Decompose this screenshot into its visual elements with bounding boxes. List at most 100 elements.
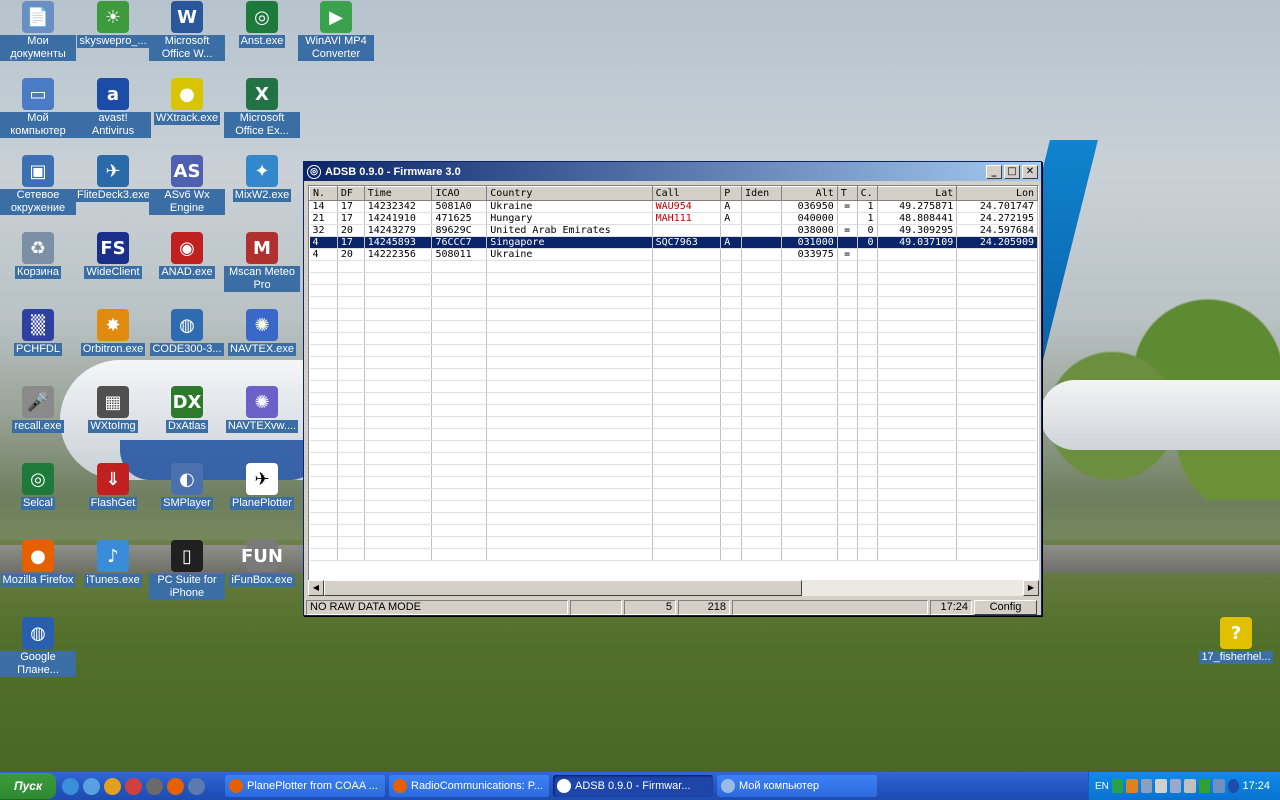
taskbar-button[interactable]: RadioCommunications: P... bbox=[389, 775, 549, 797]
empty-cell bbox=[956, 380, 1038, 393]
config-button[interactable]: Config bbox=[974, 600, 1037, 615]
scroll-thumb[interactable] bbox=[324, 580, 802, 596]
desktop-icon[interactable]: ▯ PC Suite for iPhone bbox=[149, 540, 225, 603]
empty-cell bbox=[781, 368, 838, 381]
start-button[interactable]: Пуск bbox=[0, 773, 56, 799]
column-header[interactable]: C. bbox=[856, 186, 878, 201]
opera-icon[interactable] bbox=[125, 777, 142, 795]
desktop-icon[interactable]: FUN iFunBox.exe bbox=[224, 540, 300, 590]
taskbar-button[interactable]: Мой компьютер bbox=[717, 775, 877, 797]
desktop-icon[interactable]: ◎ Selcal bbox=[0, 463, 76, 513]
desktop-icon[interactable]: ? 17_fisherhel... bbox=[1198, 617, 1274, 667]
desktop-icon[interactable]: AS ASv6 Wx Engine bbox=[149, 155, 225, 218]
tray-sync-icon[interactable] bbox=[1169, 779, 1182, 793]
aircraft-grid[interactable]: N. DF Time ICAO Country Call P Iden Alt T C. Lat Lon… bbox=[308, 185, 1039, 595]
column-header[interactable]: Call bbox=[651, 186, 722, 201]
desktop-icon[interactable]: ◍ Google Плане... bbox=[0, 617, 76, 680]
firefox-quick-icon[interactable] bbox=[167, 777, 184, 795]
tray-bars-icon[interactable] bbox=[1198, 779, 1211, 793]
tray-network-icon[interactable] bbox=[1140, 779, 1153, 793]
desktop-icon[interactable]: 🎤 recall.exe bbox=[0, 386, 76, 436]
tray-avast-icon[interactable] bbox=[1227, 779, 1240, 793]
column-header[interactable]: Alt bbox=[780, 186, 838, 201]
desktop-icon[interactable]: ▒ PCHFDL bbox=[0, 309, 76, 359]
column-header[interactable]: Iden bbox=[741, 186, 782, 201]
tool-icon[interactable] bbox=[146, 777, 163, 795]
column-header[interactable]: P bbox=[720, 186, 743, 201]
taskbar-button[interactable]: ADSB 0.9.0 - Firmwar... bbox=[553, 775, 713, 797]
desktop-icon[interactable]: ✸ Orbitron.exe bbox=[75, 309, 151, 359]
desktop-icon[interactable]: ◉ ANAD.exe bbox=[149, 232, 225, 282]
column-header[interactable]: Country bbox=[486, 186, 653, 201]
desktop-icon[interactable]: DX DxAtlas bbox=[149, 386, 225, 436]
column-header[interactable]: ICAO bbox=[431, 186, 488, 201]
scroll-left-button[interactable]: ◀ bbox=[308, 580, 324, 596]
desktop-icon[interactable]: ☀ skyswepro_... bbox=[75, 1, 151, 51]
desktop-icon[interactable]: ▦ WXtoImg bbox=[75, 386, 151, 436]
desktop-icon[interactable]: ✺ NAVTEX.exe bbox=[224, 309, 300, 359]
minimize-button[interactable]: _ bbox=[986, 164, 1002, 179]
maximize-button[interactable]: □ bbox=[1004, 164, 1020, 179]
empty-cell bbox=[956, 512, 1038, 525]
tray-wifi-icon[interactable] bbox=[1155, 779, 1167, 793]
desktop-icon[interactable]: ● WXtrack.exe bbox=[149, 78, 225, 128]
language-indicator[interactable]: EN bbox=[1095, 781, 1109, 792]
tray-usb-icon[interactable] bbox=[1184, 779, 1196, 793]
tray-monitor-icon[interactable] bbox=[1213, 779, 1225, 793]
desktop-icon[interactable]: X Microsoft Office Ex... bbox=[224, 78, 300, 141]
desktop-icon[interactable]: ⇓ FlashGet bbox=[75, 463, 151, 513]
scroll-right-button[interactable]: ▶ bbox=[1023, 580, 1039, 596]
help-file-icon: ? bbox=[1220, 617, 1252, 649]
tray-app-icon[interactable] bbox=[1111, 779, 1124, 793]
horizontal-scrollbar[interactable]: ◀ ▶ bbox=[308, 580, 1039, 596]
desktop-icon[interactable]: ✈ PlanePlotter bbox=[224, 463, 300, 513]
empty-cell bbox=[956, 344, 1038, 357]
empty-cell bbox=[857, 476, 878, 489]
empty-cell bbox=[956, 488, 1038, 501]
column-header[interactable]: DF bbox=[336, 186, 365, 201]
desktop-icon[interactable]: 📄 Мои документы bbox=[0, 1, 76, 64]
desktop-icon[interactable]: ◍ CODE300-3... bbox=[149, 309, 225, 359]
desktop-icon[interactable]: a avast! Antivirus bbox=[75, 78, 151, 141]
column-header[interactable]: N. bbox=[309, 186, 338, 201]
column-header[interactable]: T bbox=[836, 186, 858, 201]
desktop-icon[interactable]: ▣ Сетевое окружение bbox=[0, 155, 76, 218]
desktop-icon[interactable]: ♪ iTunes.exe bbox=[75, 540, 151, 590]
empty-cell bbox=[486, 284, 653, 297]
column-header[interactable]: Time bbox=[363, 186, 433, 201]
tray-flashget-icon[interactable] bbox=[1126, 779, 1138, 793]
desktop-icon[interactable]: ▭ Мой компьютер bbox=[0, 78, 76, 141]
desktop-icon[interactable]: ▶ WinAVI MP4 Converter bbox=[298, 1, 374, 64]
table-row[interactable]: 4 17 14245893 76CCC7 Singapore SQC7963 A 031000… bbox=[309, 236, 1038, 249]
desktop-icon[interactable]: W Microsoft Office W... bbox=[149, 1, 225, 64]
desktop-icon[interactable]: ♻ Корзина bbox=[0, 232, 76, 282]
window-titlebar[interactable]: ◎ ADSB 0.9.0 - Firmware 3.0 _ □ ✕ bbox=[304, 162, 1041, 181]
outlook-icon[interactable] bbox=[83, 777, 100, 795]
column-header[interactable]: Lon bbox=[956, 186, 1038, 201]
desktop-icon[interactable]: FS WideClient bbox=[75, 232, 151, 282]
network-icon: ▣ bbox=[22, 155, 54, 187]
desktop-icon[interactable]: ✺ NAVTEXvw.... bbox=[224, 386, 300, 436]
table-row[interactable]: 4 20 14222356 508011 Ukraine 033975 = bbox=[309, 248, 1038, 261]
taskbar-button[interactable]: PlanePlotter from COAA ... bbox=[225, 775, 385, 797]
desktop-icon[interactable]: ◐ SMPlayer bbox=[149, 463, 225, 513]
globe-quick-icon[interactable] bbox=[188, 777, 205, 795]
desktop-icon[interactable]: ✦ MixW2.exe bbox=[224, 155, 300, 205]
table-row[interactable]: 21 17 14241910 471625 Hungary MAH111 A 040000 1 4… bbox=[309, 212, 1038, 225]
empty-cell bbox=[486, 452, 653, 465]
media-icon[interactable] bbox=[104, 777, 121, 795]
desktop-icon[interactable]: ● Mozilla Firefox bbox=[0, 540, 76, 590]
empty-cell bbox=[309, 512, 338, 525]
close-button[interactable]: ✕ bbox=[1022, 164, 1038, 179]
desktop-icon[interactable]: ◎ Anst.exe bbox=[224, 1, 300, 51]
empty-cell bbox=[652, 476, 722, 489]
desktop-icon[interactable]: M Mscan Meteo Pro bbox=[224, 232, 300, 295]
table-row[interactable]: 14 17 14232342 5081A0 Ukraine WAU954 A 036950 = 1… bbox=[309, 200, 1038, 213]
empty-cell bbox=[309, 440, 338, 453]
ie-icon[interactable] bbox=[62, 777, 79, 795]
desktop-icon[interactable]: ✈ FliteDeck3.exe bbox=[75, 155, 151, 205]
empty-cell bbox=[364, 296, 433, 309]
scroll-track[interactable] bbox=[802, 580, 1023, 596]
column-header[interactable]: Lat bbox=[876, 186, 958, 201]
table-row[interactable]: 32 20 14243279 89629C United Arab Emirates 03… bbox=[309, 224, 1038, 237]
